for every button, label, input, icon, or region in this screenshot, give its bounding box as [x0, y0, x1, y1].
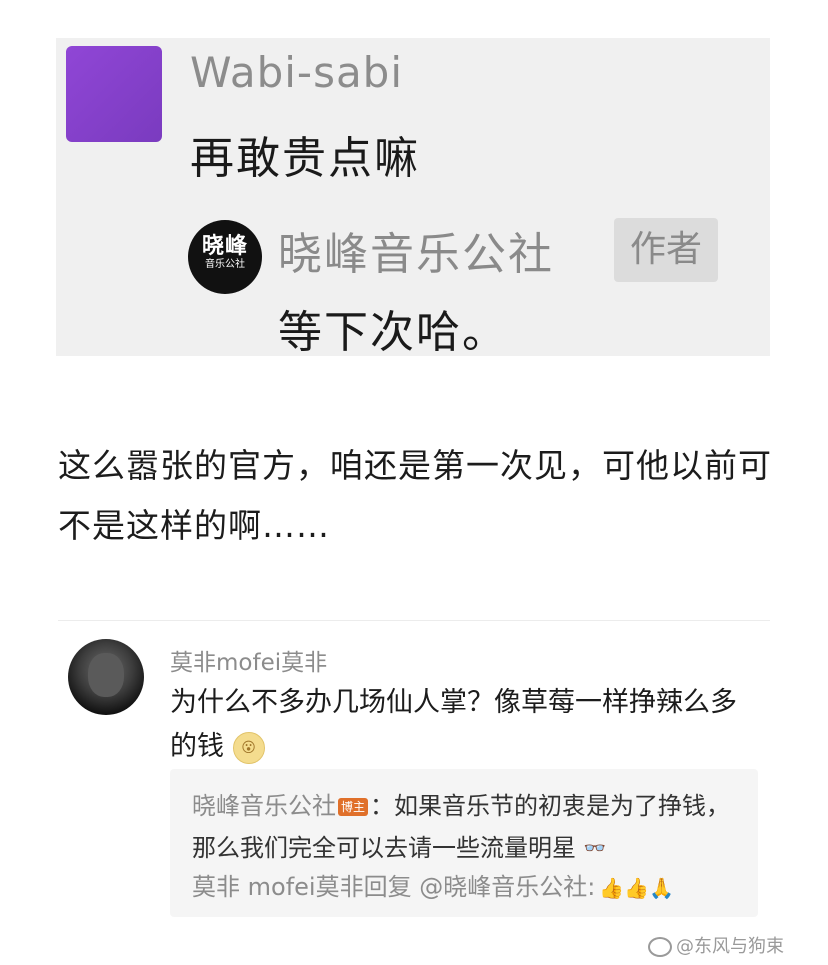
- article-paragraph: 这么嚣张的官方，咱还是第一次见，可他以前可不是这样的啊……: [58, 446, 772, 545]
- bottom-comment-card: 莫非mofei莫非 为什么不多办几场仙人掌？像草莓一样挣辣么多的钱 😮 晓峰音乐…: [58, 620, 770, 931]
- weibo-logo-icon: [648, 937, 672, 957]
- quoted-reply-body: 晓峰音乐公社 博主 ：如果音乐节的初衷是为了挣钱，那么我们完全可以去请一些流量明星 …: [192, 785, 732, 870]
- comment-username[interactable]: 莫非mofei莫非: [170, 643, 327, 677]
- author-avatar[interactable]: 晓峰 音乐公社: [188, 220, 262, 294]
- weibo-watermark: @东风与狗束: [648, 932, 784, 958]
- author-badge: 作者: [614, 218, 718, 282]
- reply-line-text: 莫非 mofei莫非回复 @晓峰音乐公社:: [192, 873, 596, 901]
- top-comment-card: Wabi-sabi 再敢贵点嘛 晓峰 音乐公社 晓峰音乐公社 作者 等下次哈。: [56, 38, 770, 358]
- comment-text: 再敢贵点嘛: [190, 133, 420, 184]
- blogger-badge: 博主: [338, 798, 369, 816]
- watermark-text: @东风与狗束: [676, 936, 784, 957]
- surprised-emoji-icon: 😮: [232, 731, 265, 764]
- user-avatar[interactable]: [66, 46, 162, 142]
- reply-text: 等下次哈。: [278, 307, 508, 358]
- comment-username[interactable]: Wabi-sabi: [190, 48, 403, 97]
- quoted-reply[interactable]: 晓峰音乐公社 博主 ：如果音乐节的初衷是为了挣钱，那么我们完全可以去请一些流量明星 …: [170, 769, 758, 917]
- quoted-author[interactable]: 晓峰音乐公社: [192, 792, 336, 820]
- avatar-face: [88, 653, 124, 697]
- reply-line: 莫非 mofei莫非回复 @晓峰音乐公社: 👍👍🙏: [192, 869, 674, 906]
- user-avatar[interactable]: [68, 639, 144, 715]
- comment-body: 为什么不多办几场仙人掌？像草莓一样挣辣么多的钱 😮: [170, 681, 750, 769]
- glasses-emoji-icon: 👓: [583, 838, 607, 859]
- thumbs-up-emoji-icon: 👍👍🙏: [599, 876, 675, 900]
- reply-username[interactable]: 晓峰音乐公社: [278, 218, 554, 282]
- avatar-logo-text: 晓峰: [201, 233, 248, 259]
- avatar-logo-subtext: 音乐公社: [205, 259, 245, 270]
